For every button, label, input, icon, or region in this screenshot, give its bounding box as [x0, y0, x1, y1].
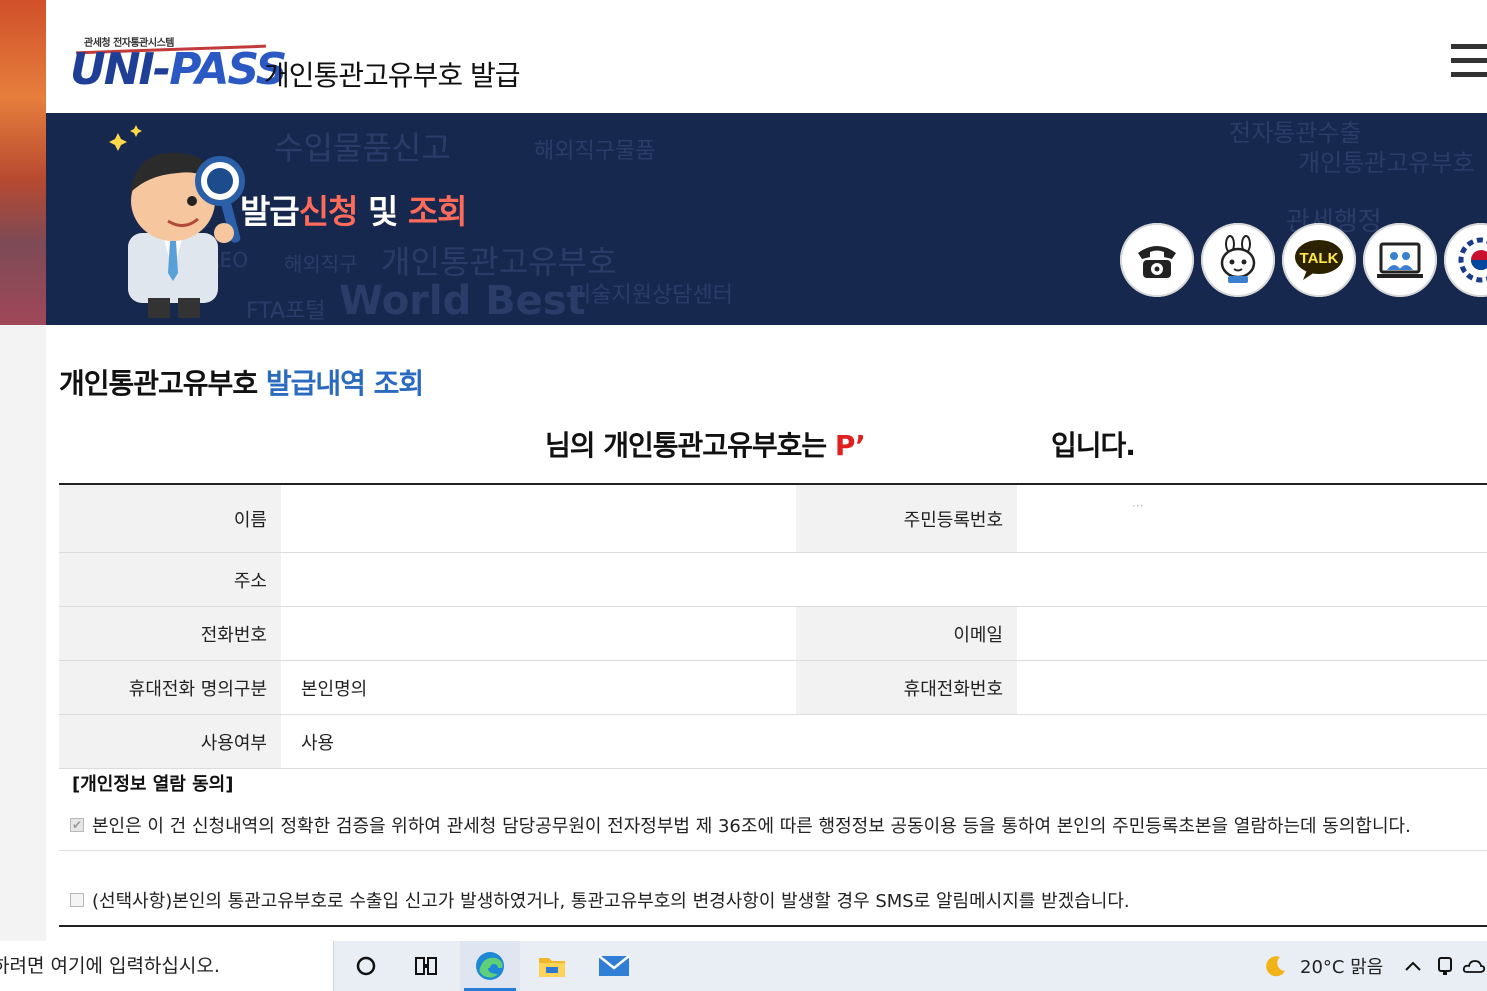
result-message: 님의 개인통관고유부호는 P’ 입니다. — [545, 424, 1136, 464]
section-title: 개인통관고유부호 발급내역 조회 — [59, 362, 424, 402]
search-placeholder: 하려면 여기에 입력하십시오. — [0, 955, 220, 977]
banner-bg-word: 수입물품신고 — [274, 129, 451, 167]
government-emblem-icon[interactable] — [1444, 223, 1487, 297]
name-value — [281, 484, 796, 553]
banner-title: 발급신청 및 조회 — [240, 185, 468, 233]
rrn-value: ··· — [1017, 484, 1487, 553]
table-row: 휴대전화 명의구분 본인명의 휴대전화번호 — [59, 660, 1487, 715]
show-hidden-icons-chevron[interactable] — [1404, 941, 1422, 991]
divider — [59, 850, 1487, 851]
chatbot-icon[interactable] — [1201, 223, 1275, 297]
banner-bg-word: World Best — [339, 278, 586, 324]
mail-icon[interactable] — [584, 941, 644, 991]
banner-title-apply: 신청 — [298, 192, 359, 231]
result-message-prefix: 님의 개인통관고유부호는 — [545, 429, 835, 462]
banner-bg-word: 해외직구물품 — [534, 139, 656, 164]
consent-heading: [개인정보 열람 동의] — [72, 774, 234, 795]
address-value — [281, 552, 1487, 607]
customs-code-value: P’ — [834, 429, 866, 462]
divider — [59, 925, 1487, 927]
table-row: 사용여부 사용 — [59, 714, 1487, 769]
consent-checkbox-optional[interactable] — [70, 893, 84, 907]
table-row: 주소 — [59, 552, 1487, 607]
use-status-label: 사용여부 — [59, 714, 281, 769]
menu-bar — [1451, 44, 1487, 49]
kakao-talk-icon[interactable]: TALK — [1282, 223, 1356, 297]
task-view-icon[interactable] — [396, 941, 456, 991]
meet-now-icon[interactable] — [1436, 941, 1454, 991]
hamburger-menu-icon[interactable] — [1451, 44, 1487, 78]
consent-item-required: ✔ 본인은 이 건 신청내역의 정확한 검증을 위하여 관세청 담당공무원이 전… — [70, 812, 1411, 838]
hero-banner: 수입물품신고 해외직구물품 개인통관고유부호 FTA포털 World Best … — [46, 113, 1487, 325]
result-message-suffix: 입니다. — [1051, 429, 1136, 462]
phone-label: 전화번호 — [59, 606, 281, 661]
page-side-gutter — [0, 325, 46, 941]
file-explorer-icon[interactable] — [522, 941, 582, 991]
banner-title-issue: 발급 — [240, 192, 300, 231]
use-status-value: 사용 — [281, 714, 1487, 769]
banner-title-inquiry: 조회 — [407, 192, 468, 231]
section-title-main: 개인통관고유부호 — [59, 367, 266, 400]
background-image-strip — [0, 0, 46, 325]
onedrive-cloud-icon[interactable] — [1462, 941, 1486, 991]
banner-bg-word: 해외직구 — [284, 252, 358, 276]
edge-icon[interactable] — [460, 941, 520, 991]
consent-text-required: 본인은 이 건 신청내역의 정확한 검증을 위하여 관세청 담당공무원이 전자정… — [92, 816, 1411, 837]
email-label: 이메일 — [796, 606, 1017, 661]
banner-bg-word: 개인통관고유부호 — [1298, 149, 1475, 177]
mobile-owner-type-value: 본인명의 — [281, 660, 796, 715]
weather-text: 20°C 맑음 — [1300, 957, 1384, 978]
mobile-number-value — [1017, 660, 1487, 715]
mobile-number-label: 휴대전화번호 — [796, 660, 1017, 715]
menu-bar — [1451, 72, 1487, 77]
banner-bg-word: 기술지원상담센터 — [571, 283, 733, 308]
email-value — [1017, 606, 1487, 661]
remote-consult-icon[interactable] — [1363, 223, 1437, 297]
unipass-logo[interactable]: UNI-PASS — [70, 44, 287, 96]
address-label: 주소 — [59, 552, 281, 607]
logo-text-uni: UNI- — [70, 44, 171, 95]
menu-bar — [1451, 58, 1487, 63]
site-header: 관세청 전자통관시스템 UNI-PASS 개인통관고유부호 발급 — [46, 0, 1487, 113]
consent-checkbox-required[interactable]: ✔ — [70, 818, 84, 832]
mobile-owner-type-label: 휴대전화 명의구분 — [59, 660, 281, 715]
table-row: 이름 주민등록번호 ··· — [59, 484, 1487, 553]
phone-value — [281, 606, 796, 661]
consent-item-optional: (선택사항)본인의 통관고유부호로 수출입 신고가 발생하였거나, 통관고유부호… — [70, 887, 1130, 913]
talk-label: TALK — [1300, 250, 1339, 267]
moon-icon — [1266, 956, 1285, 977]
rrn-label: 주민등록번호 — [796, 484, 1017, 553]
page-title: 개인통관고유부호 발급 — [264, 59, 521, 92]
weather-widget[interactable]: 20°C 맑음 — [1264, 941, 1383, 991]
mascot-magnifier-illustration — [109, 125, 245, 318]
taskbar-search-input[interactable]: 하려면 여기에 입력하십시오. — [0, 941, 334, 991]
banner-title-and: 및 — [357, 192, 408, 231]
cortana-icon[interactable] — [336, 941, 396, 991]
consent-text-optional: (선택사항)본인의 통관고유부호로 수출입 신고가 발생하였거나, 통관고유부호… — [92, 891, 1130, 912]
windows-taskbar: 하려면 여기에 입력하십시오. 20°C 맑음 — [0, 941, 1487, 991]
issuance-info-table: 이름 주민등록번호 ··· 주소 전화번호 이메일 휴대전화 명의구분 본인명의… — [59, 483, 1487, 769]
table-row: 전화번호 이메일 — [59, 606, 1487, 661]
telephone-icon[interactable] — [1120, 223, 1194, 297]
section-title-highlight: 발급내역 조회 — [265, 367, 424, 400]
name-label: 이름 — [59, 484, 281, 553]
